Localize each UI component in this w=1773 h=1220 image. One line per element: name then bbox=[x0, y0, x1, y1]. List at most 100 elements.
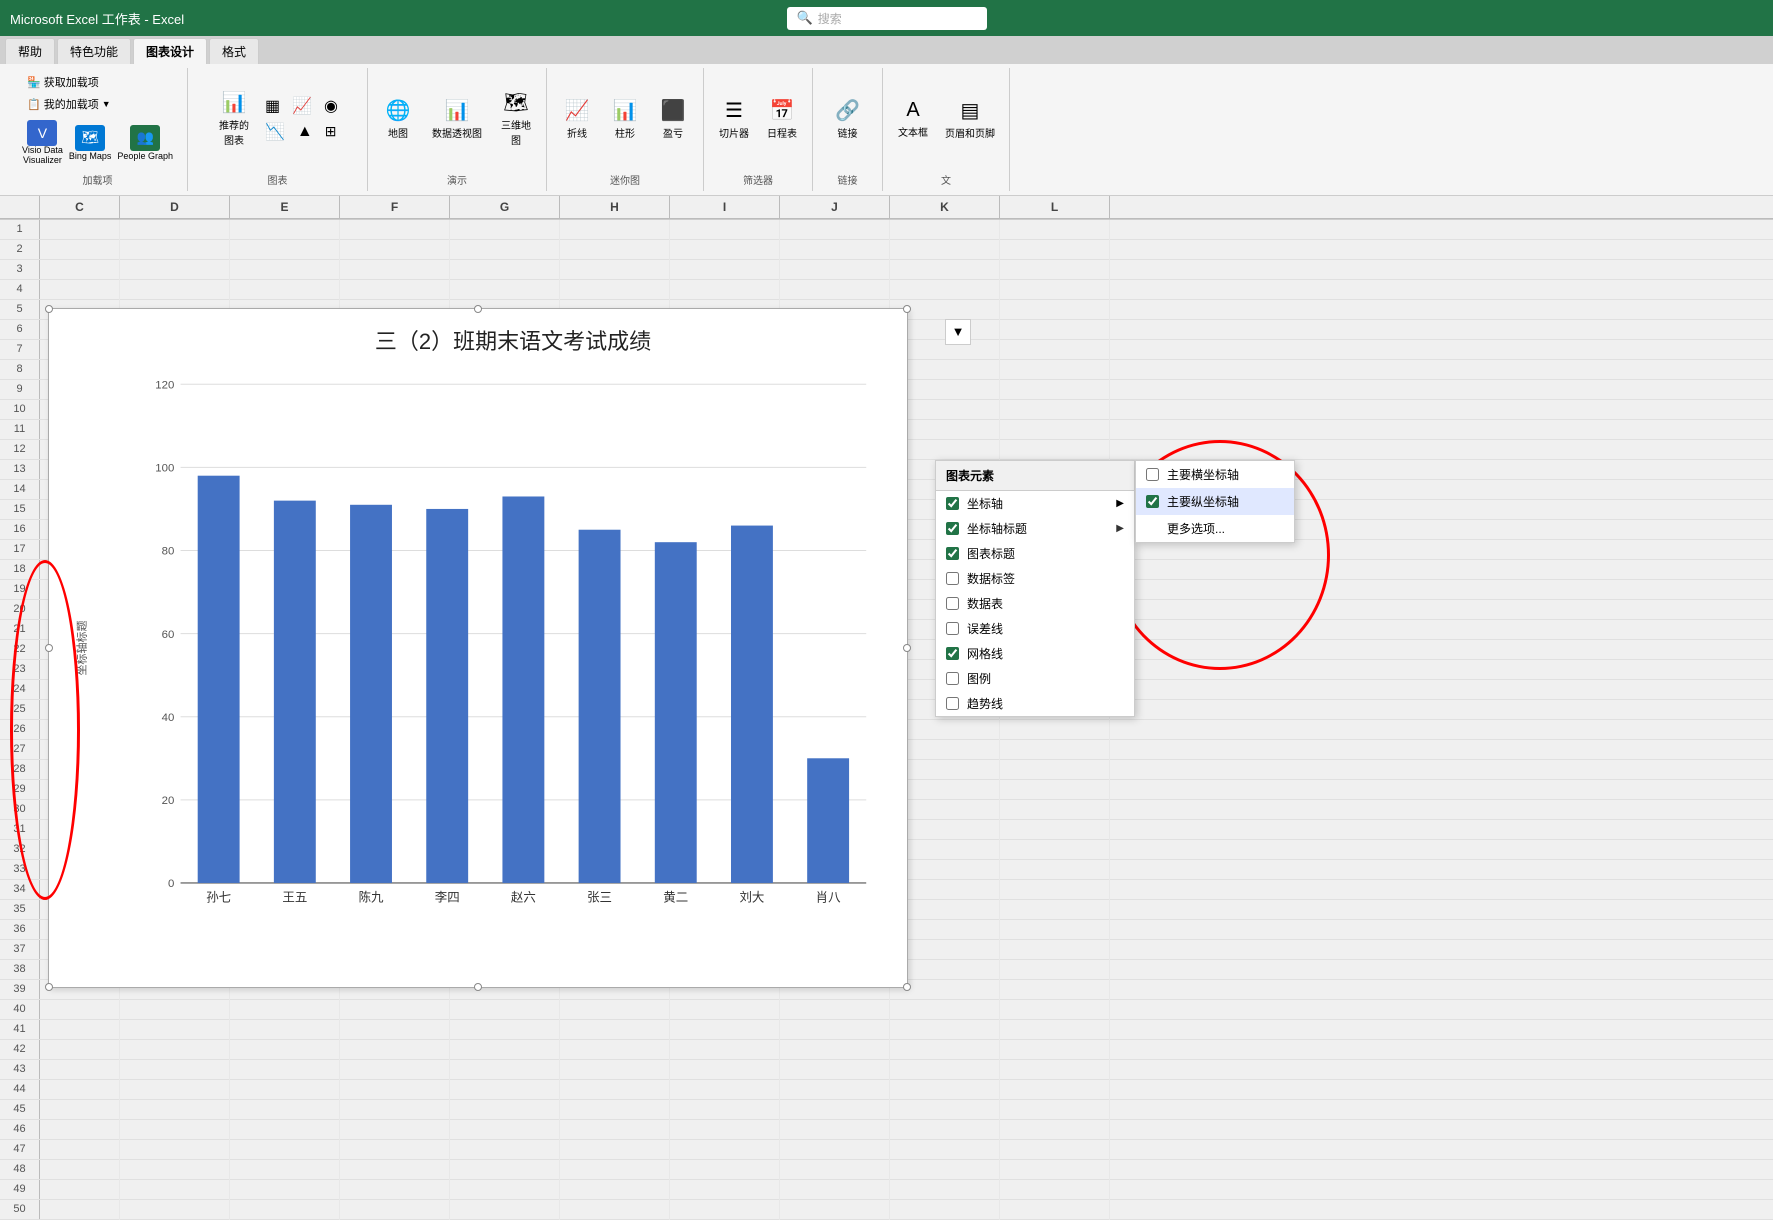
checkbox-h-axis[interactable] bbox=[1146, 468, 1159, 481]
grid-cell[interactable] bbox=[560, 1020, 670, 1040]
grid-cell[interactable] bbox=[1000, 380, 1110, 400]
grid-cell[interactable] bbox=[670, 1040, 780, 1060]
grid-cell[interactable] bbox=[1000, 760, 1110, 780]
grid-cell[interactable] bbox=[890, 1060, 1000, 1080]
grid-cell[interactable] bbox=[340, 1180, 450, 1200]
grid-cell[interactable] bbox=[230, 220, 340, 240]
grid-cell[interactable] bbox=[890, 1000, 1000, 1020]
grid-cell[interactable] bbox=[40, 1000, 120, 1020]
grid-cell[interactable] bbox=[1000, 1200, 1110, 1220]
grid-cell[interactable] bbox=[40, 1120, 120, 1140]
chart-filter-btn[interactable]: ▼ bbox=[945, 319, 971, 345]
grid-cell[interactable] bbox=[340, 1160, 450, 1180]
grid-cell[interactable] bbox=[230, 1080, 340, 1100]
grid-cell[interactable] bbox=[670, 280, 780, 300]
checkbox-gridlines[interactable] bbox=[946, 647, 959, 660]
grid-cell[interactable] bbox=[40, 1200, 120, 1220]
grid-cell[interactable] bbox=[1000, 1000, 1110, 1020]
tab-format[interactable]: 格式 bbox=[209, 38, 259, 64]
chart-type-1-btn[interactable]: ▦ bbox=[260, 94, 285, 118]
grid-cell[interactable] bbox=[1000, 240, 1110, 260]
grid-cell[interactable] bbox=[40, 1060, 120, 1080]
grid-cell[interactable] bbox=[230, 1040, 340, 1060]
grid-cell[interactable] bbox=[120, 1100, 230, 1120]
grid-cell[interactable] bbox=[450, 1040, 560, 1060]
grid-cell[interactable] bbox=[780, 1140, 890, 1160]
checkbox-data-table[interactable] bbox=[946, 597, 959, 610]
grid-cell[interactable] bbox=[1000, 940, 1110, 960]
grid-cell[interactable] bbox=[450, 1160, 560, 1180]
grid-cell[interactable] bbox=[670, 1020, 780, 1040]
grid-cell[interactable] bbox=[670, 260, 780, 280]
get-addin-btn[interactable]: 🏪 获取加载项 bbox=[22, 72, 104, 92]
grid-cell[interactable] bbox=[1000, 400, 1110, 420]
grid-cell[interactable] bbox=[560, 1140, 670, 1160]
grid-cell[interactable] bbox=[560, 1160, 670, 1180]
grid-cell[interactable] bbox=[1000, 360, 1110, 380]
grid-cell[interactable] bbox=[340, 280, 450, 300]
checkbox-error-bars[interactable] bbox=[946, 622, 959, 635]
grid-cell[interactable] bbox=[340, 1200, 450, 1220]
grid-cell[interactable] bbox=[340, 1140, 450, 1160]
grid-cell[interactable] bbox=[780, 1060, 890, 1080]
grid-cell[interactable] bbox=[40, 220, 120, 240]
grid-cell[interactable] bbox=[1000, 860, 1110, 880]
grid-cell[interactable] bbox=[1000, 840, 1110, 860]
grid-cell[interactable] bbox=[40, 260, 120, 280]
table-row[interactable]: 50 bbox=[0, 1200, 1773, 1220]
panel-item-legend[interactable]: 图例 bbox=[936, 666, 1134, 691]
grid-cell[interactable] bbox=[40, 1080, 120, 1100]
grid-cell[interactable] bbox=[780, 1080, 890, 1100]
grid-cell[interactable] bbox=[450, 1200, 560, 1220]
grid-cell[interactable] bbox=[450, 220, 560, 240]
grid-cell[interactable] bbox=[560, 1180, 670, 1200]
grid-cell[interactable] bbox=[120, 1020, 230, 1040]
grid-cell[interactable] bbox=[560, 240, 670, 260]
table-row[interactable]: 45 bbox=[0, 1100, 1773, 1120]
grid-cell[interactable] bbox=[230, 1020, 340, 1040]
grid-cell[interactable] bbox=[560, 1040, 670, 1060]
grid-cell[interactable] bbox=[120, 1000, 230, 1020]
grid-cell[interactable] bbox=[560, 1120, 670, 1140]
grid-cell[interactable] bbox=[340, 220, 450, 240]
grid-cell[interactable] bbox=[1000, 1120, 1110, 1140]
grid-cell[interactable] bbox=[450, 1100, 560, 1120]
grid-cell[interactable] bbox=[560, 1200, 670, 1220]
grid-cell[interactable] bbox=[230, 240, 340, 260]
grid-cell[interactable] bbox=[1000, 800, 1110, 820]
sub-item-h-axis[interactable]: 主要横坐标轴 bbox=[1136, 461, 1294, 488]
grid-cell[interactable] bbox=[1000, 960, 1110, 980]
grid-cell[interactable] bbox=[120, 280, 230, 300]
recommend-chart-btn[interactable]: 📊 推荐的图表 bbox=[212, 87, 256, 150]
win-sparkline-btn[interactable]: ⬛ 盈亏 bbox=[651, 95, 695, 143]
grid-cell[interactable] bbox=[450, 280, 560, 300]
col-header-e[interactable]: E bbox=[230, 196, 340, 218]
grid-cell[interactable] bbox=[890, 1140, 1000, 1160]
link-btn[interactable]: 🔗 链接 bbox=[826, 95, 870, 143]
grid-cell[interactable] bbox=[230, 1160, 340, 1180]
grid-cell[interactable] bbox=[230, 1120, 340, 1140]
grid-cell[interactable] bbox=[890, 260, 1000, 280]
grid-cell[interactable] bbox=[450, 260, 560, 280]
grid-cell[interactable] bbox=[1000, 220, 1110, 240]
grid-cell[interactable] bbox=[670, 1200, 780, 1220]
chart-container[interactable]: + ✏ ▼ 三（2）班期末语文考试成绩 坐标轴标题 02040608010012… bbox=[48, 308, 908, 988]
panel-item-data-table[interactable]: 数据表 bbox=[936, 591, 1134, 616]
grid-cell[interactable] bbox=[780, 1040, 890, 1060]
tab-chart-design[interactable]: 图表设计 bbox=[133, 38, 207, 64]
grid-cell[interactable] bbox=[450, 1180, 560, 1200]
grid-cell[interactable] bbox=[780, 1020, 890, 1040]
tab-feature[interactable]: 特色功能 bbox=[57, 38, 131, 64]
grid-cell[interactable] bbox=[450, 1080, 560, 1100]
col-header-d[interactable]: D bbox=[120, 196, 230, 218]
col-header-c[interactable]: C bbox=[40, 196, 120, 218]
grid-cell[interactable] bbox=[670, 1100, 780, 1120]
grid-cell[interactable] bbox=[780, 1200, 890, 1220]
grid-cell[interactable] bbox=[890, 1020, 1000, 1040]
grid-cell[interactable] bbox=[1000, 1040, 1110, 1060]
grid-cell[interactable] bbox=[670, 240, 780, 260]
grid-cell[interactable] bbox=[890, 1120, 1000, 1140]
grid-cell[interactable] bbox=[120, 1140, 230, 1160]
grid-cell[interactable] bbox=[1000, 780, 1110, 800]
grid-cell[interactable] bbox=[890, 280, 1000, 300]
